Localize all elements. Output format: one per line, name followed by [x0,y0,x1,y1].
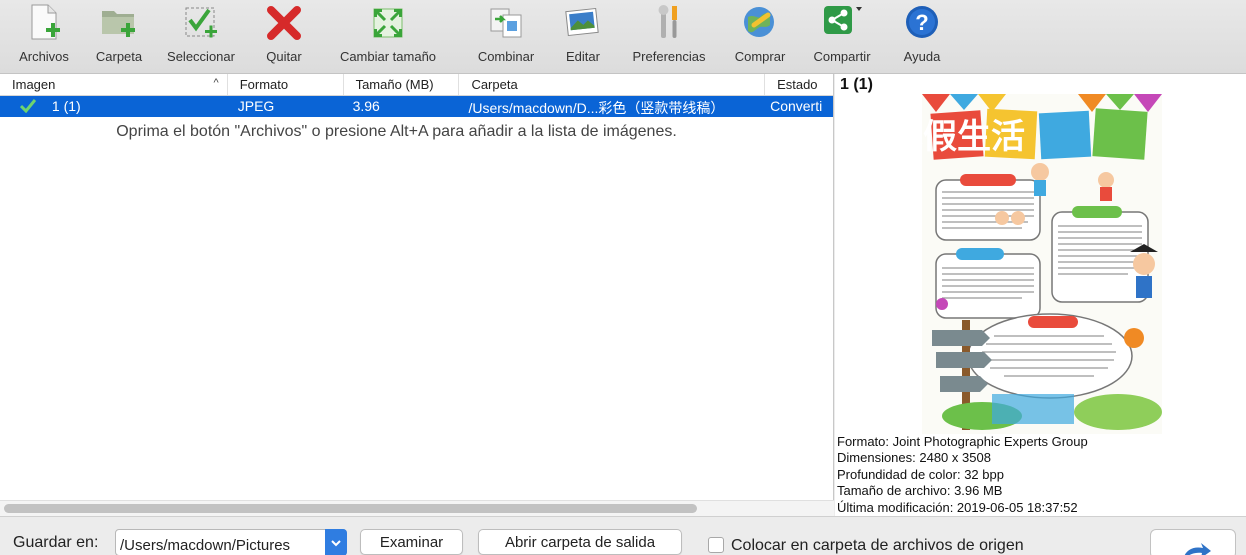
image-list[interactable]: Imagen ^ Formato Tamaño (MB) Carpeta Est… [0,74,834,516]
save-in-label: Guardar en: [13,534,99,551]
add-file-icon [24,3,64,43]
share-button[interactable]: Compartir [796,0,888,74]
svg-text:?: ? [915,10,928,35]
toolbar: Archivos Carpeta Seleccionar Quitar Camb… [0,0,1246,74]
chevron-down-icon[interactable] [325,529,347,555]
toolbar-label: Compartir [813,49,871,64]
column-label: Estado [777,77,818,92]
column-header-format[interactable]: Formato [228,74,344,95]
sort-ascending-icon: ^ [213,77,219,89]
cell-status: Converti [770,98,823,114]
empty-list-hint: Oprima el botón "Archivos" o presione Al… [116,123,677,140]
cell-size: 3.96 [352,98,380,114]
edit-icon [563,3,603,43]
info-color-depth: Profundidad de color: 32 bpp [837,466,1004,482]
column-header-size[interactable]: Tamaño (MB) [344,74,460,95]
list-header: Imagen ^ Formato Tamaño (MB) Carpeta Est… [0,74,833,96]
column-header-status[interactable]: Estado [765,74,833,95]
buy-button[interactable]: Comprar [724,0,796,74]
add-files-button[interactable]: Archivos [0,0,88,74]
toolbar-label: Cambiar tamaño [339,49,437,64]
info-file-size: Tamaño de archivo: 3.96 MB [837,483,1003,499]
toolbar-label: Carpeta [95,49,143,64]
image-name: 1 (1) [51,98,81,114]
source-folder-checkbox[interactable] [708,537,724,553]
resize-icon [368,3,408,43]
browse-button[interactable]: Examinar [360,529,463,555]
preview-image: 寒假生活 [922,94,1162,434]
combine-button[interactable]: Combinar [460,0,552,74]
column-header-folder[interactable]: Carpeta [459,74,766,95]
checkmark-icon [19,99,38,116]
image-info: Formato: Joint Photographic Experts Grou… [837,434,1088,516]
help-button[interactable]: ? Ayuda [888,0,956,74]
save-path-combo[interactable]: /Users/macdown/Pictures [115,529,347,555]
toolbar-label: Editar [566,49,600,64]
poster-title-char: 寒假生活 [922,117,1025,157]
toolbar-label: Combinar [477,49,535,64]
resize-button[interactable]: Cambiar tamaño [316,0,460,74]
scrollbar-thumb[interactable] [4,504,697,513]
buy-icon [740,3,780,43]
toolbar-label: Comprar [734,49,786,64]
select-icon [181,3,221,43]
bottom-bar: Guardar en: /Users/macdown/Pictures Exam… [0,516,1246,555]
column-label: Carpeta [471,77,518,92]
horizontal-scrollbar[interactable] [0,500,834,516]
remove-icon [264,3,304,43]
toolbar-label: Preferencias [632,49,706,64]
help-icon: ? [902,3,942,43]
cell-image: 1 (1) [0,96,228,117]
column-label: Tamaño (MB) [355,77,434,92]
preview-panel: 1 (1) 寒假生活 [835,74,1246,516]
preferences-icon [649,3,689,43]
toolbar-label: Quitar [266,49,302,64]
cell-format: JPEG [237,98,275,114]
combine-icon [486,3,526,43]
cell-folder: /Users/macdown/D...彩色（竖款带线稿） [468,100,725,116]
edit-button[interactable]: Editar [552,0,614,74]
column-label: Imagen [12,77,56,92]
info-dimensions: Dimensiones: 2480 x 3508 [837,450,991,466]
add-folder-icon [99,3,139,43]
toolbar-label: Seleccionar [167,49,235,64]
remove-button[interactable]: Quitar [252,0,316,74]
add-folder-button[interactable]: Carpeta [88,0,150,74]
info-last-modified: Última modificación: 2019-06-05 18:37:52 [837,499,1078,515]
save-path-value: /Users/macdown/Pictures [120,537,291,554]
app-window: Archivos Carpeta Seleccionar Quitar Camb… [0,0,1246,555]
open-output-folder-button[interactable]: Abrir carpeta de salida [478,529,682,555]
share-icon [822,3,862,43]
preview-title: 1 (1) [840,76,873,93]
toolbar-label: Archivos [19,49,69,64]
source-folder-label: Colocar en carpeta de archivos de origen [731,537,1024,554]
preferences-button[interactable]: Preferencias [614,0,724,74]
toolbar-label: Ayuda [903,49,941,64]
select-button[interactable]: Seleccionar [150,0,252,74]
column-label: Formato [239,77,289,92]
info-format: Formato: Joint Photographic Experts Grou… [837,434,1088,449]
convert-button[interactable] [1150,529,1236,555]
convert-arrow-icon [1179,538,1213,555]
column-header-image[interactable]: Imagen ^ [0,74,228,95]
table-row[interactable]: 1 (1) JPEG 3.96 /Users/macdown/D...彩色（竖款… [0,96,833,117]
